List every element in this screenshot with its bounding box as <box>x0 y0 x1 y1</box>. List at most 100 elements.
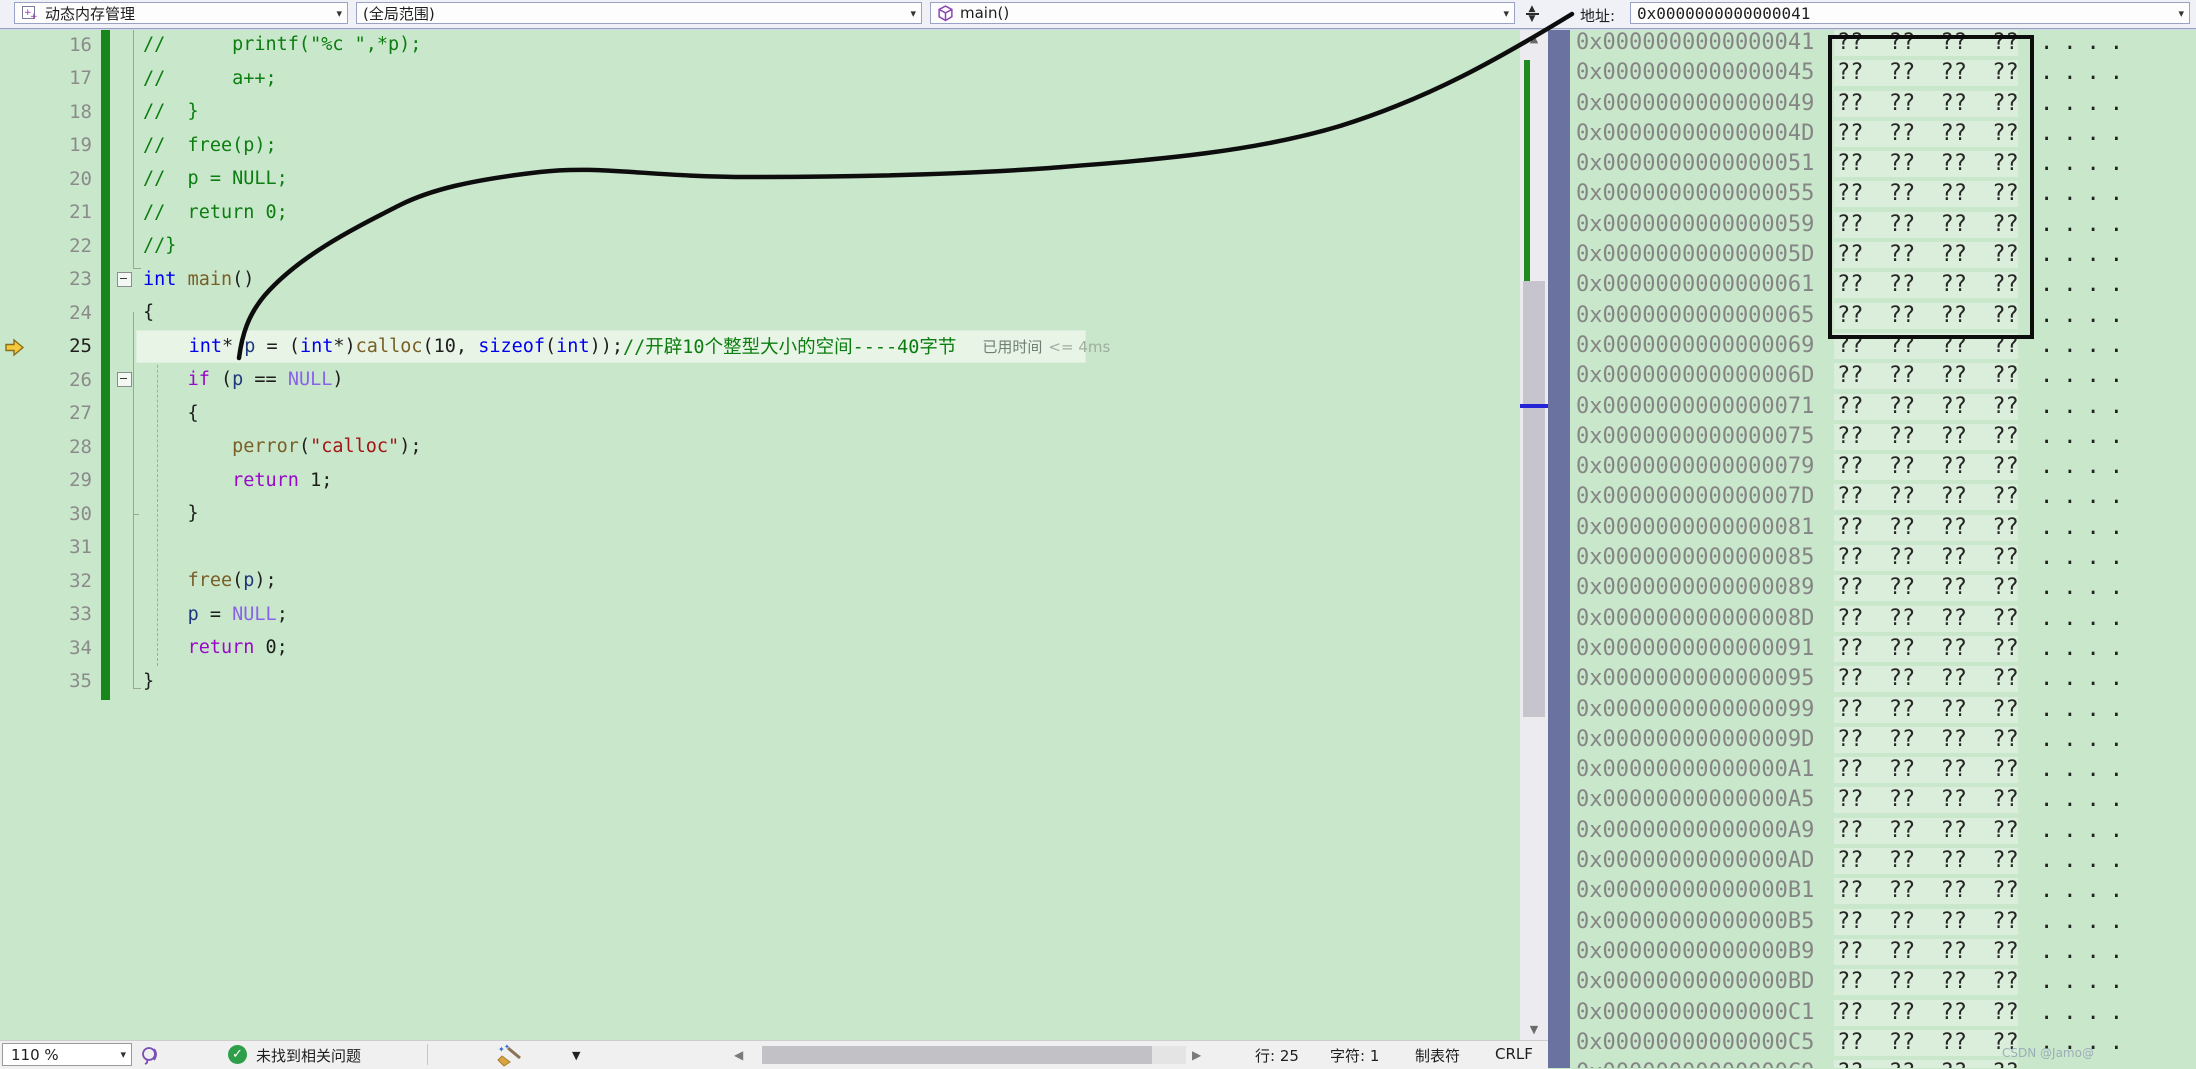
horizontal-scrollbar[interactable] <box>762 1046 1186 1064</box>
memory-row[interactable]: 0x0000000000000071 ?? ?? ?? ??.... <box>1570 392 2196 422</box>
code-line-22[interactable]: 22 //} <box>0 229 1520 263</box>
horizontal-scrollbar-thumb[interactable] <box>762 1046 1152 1064</box>
memory-row[interactable]: 0x00000000000000A5 ?? ?? ?? ??.... <box>1570 785 2196 815</box>
code-line-31[interactable]: 31 <box>0 531 1520 565</box>
memory-row[interactable]: 0x0000000000000075 ?? ?? ?? ??.... <box>1570 422 2196 452</box>
code-text[interactable]: // printf("%c ",*p); <box>136 28 421 62</box>
memory-bytes[interactable]: ?? ?? ?? ?? <box>1834 120 2019 147</box>
code-line-19[interactable]: 19 // free(p); <box>0 129 1520 163</box>
breakpoint-margin[interactable] <box>0 464 30 498</box>
memory-row[interactable]: 0x000000000000007D ?? ?? ?? ??.... <box>1570 482 2196 512</box>
memory-bytes[interactable]: ?? ?? ?? ?? <box>1834 848 2019 875</box>
perf-tip[interactable]: 已用时间 <= 4ms <box>982 336 1110 357</box>
memory-row[interactable]: 0x0000000000000081 ?? ?? ?? ??.... <box>1570 513 2196 543</box>
memory-bytes[interactable]: ?? ?? ?? ?? <box>1834 514 2019 541</box>
memory-bytes[interactable]: ?? ?? ?? ?? <box>1834 908 2019 935</box>
status-eol-indicator[interactable]: CRLF <box>1495 1045 1533 1063</box>
memory-bytes[interactable]: ?? ?? ?? ?? <box>1834 1029 2019 1056</box>
memory-bytes[interactable]: ?? ?? ?? ?? <box>1834 575 2019 602</box>
memory-bytes[interactable]: ?? ?? ?? ?? <box>1834 484 2019 511</box>
memory-row[interactable]: 0x0000000000000041 ?? ?? ?? ??.... <box>1570 28 2196 58</box>
memory-row[interactable]: 0x000000000000008D ?? ?? ?? ??.... <box>1570 604 2196 634</box>
code-text[interactable] <box>136 531 143 565</box>
breakpoint-margin[interactable] <box>0 531 30 565</box>
code-line-30[interactable]: 30 } <box>0 497 1520 531</box>
memory-row[interactable]: 0x0000000000000045 ?? ?? ?? ??.... <box>1570 58 2196 88</box>
window-splitter[interactable] <box>1548 0 1570 1068</box>
memory-bytes[interactable]: ?? ?? ?? ?? <box>1834 817 2019 844</box>
memory-row[interactable]: 0x0000000000000051 ?? ?? ?? ??.... <box>1570 149 2196 179</box>
scroll-up-icon[interactable]: ▲ <box>1520 32 1548 45</box>
code-line-26[interactable]: 26 if (p == NULL) <box>0 363 1520 397</box>
memory-row[interactable]: 0x00000000000000C1 ?? ?? ?? ??.... <box>1570 998 2196 1028</box>
memory-bytes[interactable]: ?? ?? ?? ?? <box>1834 726 2019 753</box>
memory-row[interactable]: 0x0000000000000085 ?? ?? ?? ??.... <box>1570 543 2196 573</box>
code-text[interactable]: // p = NULL; <box>136 162 288 196</box>
memory-row[interactable]: 0x0000000000000055 ?? ?? ?? ??.... <box>1570 179 2196 209</box>
code-cleanup-caret-icon[interactable]: ▼ <box>572 1049 580 1062</box>
memory-bytes[interactable]: ?? ?? ?? ?? <box>1834 787 2019 814</box>
breakpoint-margin[interactable] <box>0 162 30 196</box>
code-text[interactable]: free(p); <box>136 564 277 598</box>
memory-row[interactable]: 0x0000000000000061 ?? ?? ?? ??.... <box>1570 270 2196 300</box>
memory-row[interactable]: 0x0000000000000079 ?? ?? ?? ??.... <box>1570 452 2196 482</box>
breakpoint-margin[interactable] <box>0 497 30 531</box>
breakpoint-margin[interactable] <box>0 330 30 364</box>
memory-bytes[interactable]: ?? ?? ?? ?? <box>1834 393 2019 420</box>
code-text[interactable]: p = NULL; <box>136 598 288 632</box>
code-text[interactable]: } <box>136 497 199 531</box>
code-line-23[interactable]: 23 int main() <box>0 263 1520 297</box>
memory-bytes[interactable]: ?? ?? ?? ?? <box>1834 30 2019 56</box>
code-text[interactable]: { <box>136 296 154 330</box>
memory-bytes[interactable]: ?? ?? ?? ?? <box>1834 878 2019 905</box>
memory-bytes[interactable]: ?? ?? ?? ?? <box>1834 635 2019 662</box>
collapse-box-icon[interactable] <box>116 372 132 388</box>
code-text[interactable]: return 0; <box>136 631 288 665</box>
code-text[interactable]: // } <box>136 95 199 129</box>
code-line-24[interactable]: 24 { <box>0 296 1520 330</box>
memory-row[interactable]: 0x00000000000000B9 ?? ?? ?? ??.... <box>1570 937 2196 967</box>
memory-bytes[interactable]: ?? ?? ?? ?? <box>1834 666 2019 693</box>
code-line-25[interactable]: 25 int * p = (int *) calloc (10, sizeof(int)… <box>0 329 1520 364</box>
breakpoint-margin[interactable] <box>0 263 30 297</box>
code-line-20[interactable]: 20 // p = NULL; <box>0 162 1520 196</box>
code-line-17[interactable]: 17 // a++; <box>0 62 1520 96</box>
memory-bytes[interactable]: ?? ?? ?? ?? <box>1834 545 2019 572</box>
code-text[interactable]: int main() <box>136 263 254 297</box>
memory-row[interactable]: 0x0000000000000049 ?? ?? ?? ??.... <box>1570 89 2196 119</box>
code-text[interactable]: return 1; <box>136 464 332 498</box>
memory-bytes[interactable]: ?? ?? ?? ?? <box>1834 605 2019 632</box>
memory-bytes[interactable]: ?? ?? ?? ?? <box>1834 454 2019 481</box>
breakpoint-margin[interactable] <box>0 430 30 464</box>
memory-window[interactable]: 0x0000000000000041?? ?? ?? ??.... 0x00000… <box>1570 28 2196 1068</box>
memory-row[interactable]: 0x000000000000005D ?? ?? ?? ??.... <box>1570 240 2196 270</box>
memory-bytes[interactable]: ?? ?? ?? ?? <box>1834 938 2019 965</box>
scroll-left-icon[interactable]: ◀ <box>734 1048 743 1062</box>
outline-margin[interactable] <box>112 372 136 388</box>
status-tabs-indicator[interactable]: 制表符 <box>1415 1045 1460 1066</box>
address-combobox[interactable]: 0x0000000000000041 ▾ <box>1630 2 2190 24</box>
memory-bytes[interactable]: ?? ?? ?? ?? <box>1834 1060 2019 1068</box>
memory-bytes[interactable]: ?? ?? ?? ?? <box>1834 60 2019 87</box>
accessibility-icon[interactable] <box>140 1044 162 1066</box>
code-text[interactable]: // free(p); <box>136 129 277 163</box>
memory-bytes[interactable]: ?? ?? ?? ?? <box>1834 302 2019 329</box>
memory-row[interactable]: 0x000000000000004D ?? ?? ?? ??.... <box>1570 119 2196 149</box>
scroll-right-icon[interactable]: ▶ <box>1192 1048 1201 1062</box>
split-window-button[interactable]: ▲ ▼ <box>1516 0 1548 28</box>
breakpoint-margin[interactable] <box>0 296 30 330</box>
memory-bytes[interactable]: ?? ?? ?? ?? <box>1834 999 2019 1026</box>
memory-row[interactable]: 0x0000000000000069 ?? ?? ?? ??.... <box>1570 331 2196 361</box>
code-line-21[interactable]: 21 // return 0; <box>0 196 1520 230</box>
breakpoint-margin[interactable] <box>0 95 30 129</box>
code-cleanup-broom-icon[interactable]: ✦ ✦ <box>490 1044 528 1068</box>
breakpoint-margin[interactable] <box>0 62 30 96</box>
memory-bytes[interactable]: ?? ?? ?? ?? <box>1834 151 2019 178</box>
code-line-32[interactable]: 32 free(p); <box>0 564 1520 598</box>
memory-bytes[interactable]: ?? ?? ?? ?? <box>1834 696 2019 723</box>
code-text[interactable]: perror("calloc"); <box>136 430 421 464</box>
editor-vertical-scrollbar[interactable]: ▲ ▼ <box>1520 28 1548 1040</box>
memory-row[interactable]: 0x00000000000000B5 ?? ?? ?? ??.... <box>1570 907 2196 937</box>
code-text[interactable]: // return 0; <box>136 196 288 230</box>
breakpoint-margin[interactable] <box>0 598 30 632</box>
